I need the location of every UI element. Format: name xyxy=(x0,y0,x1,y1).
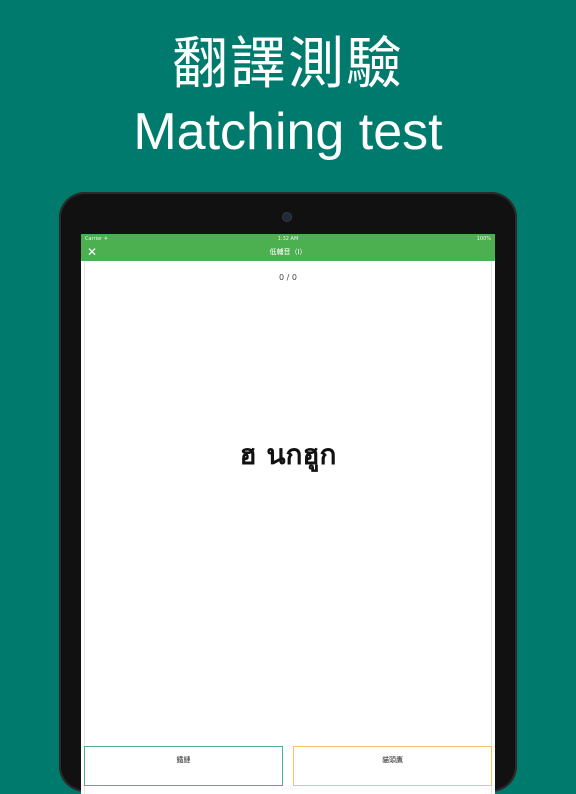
progress-counter: 0 / 0 xyxy=(279,273,297,282)
clock: 1:32 AM xyxy=(277,236,299,242)
answer-option-label: 鐵鏈 xyxy=(176,756,191,764)
question-text: ฮ นกฮูก xyxy=(239,438,337,471)
answer-option-2[interactable]: 貓頭鷹 xyxy=(293,746,492,786)
app-screen: Carrier ✈ 1:32 AM 100% ✕ 低輔音（I） 0 / 0 ฮ … xyxy=(81,234,495,794)
battery-indicator: 100% xyxy=(476,236,491,242)
promo-title-chinese: 翻譯測驗 xyxy=(172,32,404,97)
promo-title-english: Matching test xyxy=(133,103,443,161)
answer-options: 鐵鏈 貓頭鷹 xyxy=(84,746,492,786)
quiz-content: 0 / 0 ฮ นกฮูก xyxy=(84,261,492,794)
nav-bar: ✕ 低輔音（I） xyxy=(81,244,495,261)
nav-title: 低輔音（I） xyxy=(269,248,307,256)
tablet-device: Carrier ✈ 1:32 AM 100% ✕ 低輔音（I） 0 / 0 ฮ … xyxy=(59,192,517,794)
camera-icon xyxy=(283,213,291,221)
answer-option-label: 貓頭鷹 xyxy=(382,756,403,764)
status-bar: Carrier ✈ 1:32 AM 100% xyxy=(81,234,495,244)
answer-option-1[interactable]: 鐵鏈 xyxy=(84,746,283,786)
